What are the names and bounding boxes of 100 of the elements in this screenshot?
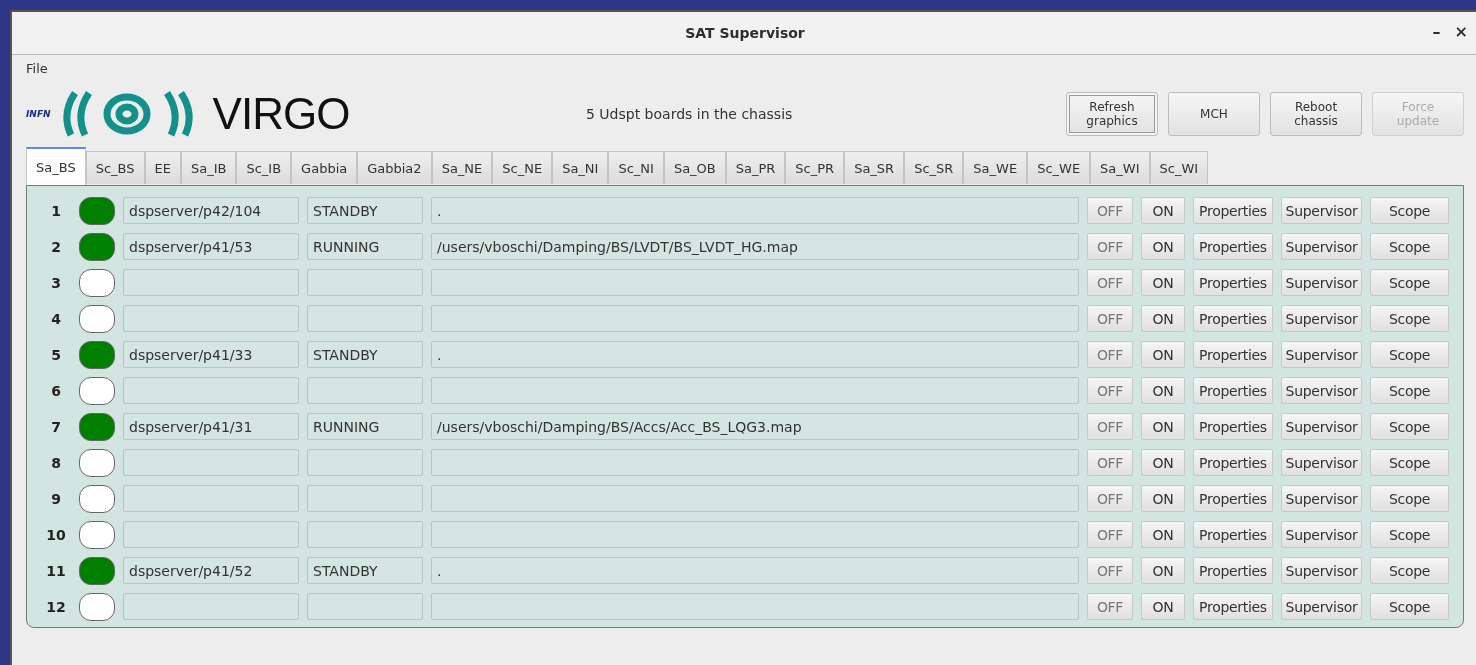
tab[interactable]: Sa_PR: [725, 151, 786, 184]
toolbar-button[interactable]: Reboot chassis: [1270, 92, 1362, 136]
window-title: SAT Supervisor: [685, 25, 805, 41]
row-action-button[interactable]: OFF: [1087, 485, 1133, 512]
tab[interactable]: Sc_PR: [785, 151, 845, 184]
row-number: 8: [50, 454, 62, 471]
row-action-button[interactable]: OFF: [1087, 557, 1133, 584]
row-action-button[interactable]: Supervisor: [1281, 197, 1362, 224]
row-action-button[interactable]: Supervisor: [1281, 413, 1362, 440]
row-action-button[interactable]: ON: [1141, 593, 1185, 620]
row-action-button[interactable]: Scope: [1370, 377, 1449, 404]
tab[interactable]: Sa_OB: [663, 151, 726, 184]
row-action-button[interactable]: OFF: [1087, 305, 1133, 332]
state-field: RUNNING: [307, 233, 423, 260]
tab[interactable]: Sa_BS: [26, 147, 86, 185]
close-button[interactable]: ×: [1454, 22, 1468, 41]
row-action-button[interactable]: Scope: [1370, 197, 1449, 224]
row-action-button[interactable]: Scope: [1370, 413, 1449, 440]
row-action-button[interactable]: ON: [1141, 377, 1185, 404]
row-action-button[interactable]: OFF: [1087, 593, 1133, 620]
row-action-button[interactable]: OFF: [1087, 341, 1133, 368]
row-number: 10: [45, 526, 67, 543]
tab[interactable]: Sc_NE: [492, 151, 553, 184]
row-action-button[interactable]: Properties: [1193, 377, 1273, 404]
tab[interactable]: Sa_NE: [431, 151, 493, 184]
row-action-button[interactable]: OFF: [1087, 233, 1133, 260]
row-action-button[interactable]: Supervisor: [1281, 557, 1362, 584]
row-action-button[interactable]: Scope: [1370, 269, 1449, 296]
row-action-button[interactable]: Scope: [1370, 485, 1449, 512]
row-action-button[interactable]: Scope: [1370, 557, 1449, 584]
tab[interactable]: Sc_SR: [904, 151, 964, 184]
row-action-button[interactable]: Supervisor: [1281, 593, 1362, 620]
tab[interactable]: Sa_SR: [844, 151, 905, 184]
tab[interactable]: Sc_WE: [1027, 151, 1091, 184]
row-number: 11: [45, 562, 67, 579]
row-action-button[interactable]: OFF: [1087, 449, 1133, 476]
row-action-button[interactable]: OFF: [1087, 521, 1133, 548]
tab[interactable]: Sc_WI: [1149, 151, 1209, 184]
row-action-button[interactable]: ON: [1141, 233, 1185, 260]
board-count-text: 5 Udspt boards in the chassis: [586, 106, 794, 122]
row-action-button[interactable]: ON: [1141, 197, 1185, 224]
row-action-button[interactable]: Properties: [1193, 557, 1273, 584]
row-action-button[interactable]: Scope: [1370, 305, 1449, 332]
row-action-button[interactable]: ON: [1141, 305, 1185, 332]
row-action-button[interactable]: Scope: [1370, 593, 1449, 620]
row-action-button[interactable]: Properties: [1193, 197, 1273, 224]
tab[interactable]: Gabbia2: [357, 151, 432, 184]
row-action-button[interactable]: OFF: [1087, 197, 1133, 224]
server-field: dspserver/p41/53: [123, 233, 299, 260]
row-action-button[interactable]: Properties: [1193, 593, 1273, 620]
row-action-button[interactable]: ON: [1141, 449, 1185, 476]
tab[interactable]: EE: [144, 151, 181, 184]
row-action-button[interactable]: Properties: [1193, 449, 1273, 476]
toolbar-button[interactable]: MCH: [1168, 92, 1260, 136]
row-action-button[interactable]: ON: [1141, 413, 1185, 440]
tab[interactable]: Sa_WI: [1090, 151, 1150, 184]
row-action-button[interactable]: Properties: [1193, 521, 1273, 548]
tab[interactable]: Sc_IB: [236, 151, 292, 184]
row-action-button[interactable]: ON: [1141, 557, 1185, 584]
row-action-button[interactable]: OFF: [1087, 413, 1133, 440]
row-action-button[interactable]: Scope: [1370, 233, 1449, 260]
row-action-button[interactable]: ON: [1141, 269, 1185, 296]
row-action-button[interactable]: Supervisor: [1281, 377, 1362, 404]
row-number: 9: [50, 490, 62, 507]
row-action-button[interactable]: OFF: [1087, 269, 1133, 296]
minimize-button[interactable]: –: [1432, 22, 1441, 41]
row-action-button[interactable]: Scope: [1370, 341, 1449, 368]
row-action-button[interactable]: Supervisor: [1281, 449, 1362, 476]
row-action-button[interactable]: Properties: [1193, 485, 1273, 512]
row-action-button[interactable]: OFF: [1087, 377, 1133, 404]
row-action-button[interactable]: Properties: [1193, 413, 1273, 440]
tab[interactable]: Sc_NI: [608, 151, 664, 184]
row-action-button[interactable]: Properties: [1193, 269, 1273, 296]
tab[interactable]: Sa_WE: [963, 151, 1028, 184]
map-path-field: /users/vboschi/Damping/BS/LVDT/BS_LVDT_HG.map: [431, 233, 1079, 260]
row-action-button[interactable]: Supervisor: [1281, 233, 1362, 260]
server-field: dspserver/p41/31: [123, 413, 299, 440]
row-action-button[interactable]: Supervisor: [1281, 269, 1362, 296]
menu-item[interactable]: File: [26, 61, 48, 83]
row-action-button[interactable]: Properties: [1193, 305, 1273, 332]
row-action-button[interactable]: Scope: [1370, 521, 1449, 548]
tab[interactable]: Sa_IB: [180, 151, 237, 184]
toolbar-button[interactable]: Refresh graphics: [1066, 92, 1158, 136]
logo-text: VIRGO: [212, 89, 350, 139]
row-action-button[interactable]: Supervisor: [1281, 341, 1362, 368]
row-action-button[interactable]: Properties: [1193, 233, 1273, 260]
row-action-button[interactable]: ON: [1141, 521, 1185, 548]
row-action-button[interactable]: Properties: [1193, 341, 1273, 368]
row-number: 12: [45, 598, 67, 615]
server-field: dspserver/p41/33: [123, 341, 299, 368]
row-action-button[interactable]: Supervisor: [1281, 305, 1362, 332]
tab[interactable]: Sa_NI: [552, 151, 609, 184]
row-action-button[interactable]: Supervisor: [1281, 485, 1362, 512]
row-action-button[interactable]: ON: [1141, 341, 1185, 368]
server-field: dspserver/p41/52: [123, 557, 299, 584]
row-action-button[interactable]: ON: [1141, 485, 1185, 512]
row-action-button[interactable]: Scope: [1370, 449, 1449, 476]
row-action-button[interactable]: Supervisor: [1281, 521, 1362, 548]
tab[interactable]: Gabbia: [291, 151, 358, 184]
tab[interactable]: Sc_BS: [85, 151, 145, 184]
